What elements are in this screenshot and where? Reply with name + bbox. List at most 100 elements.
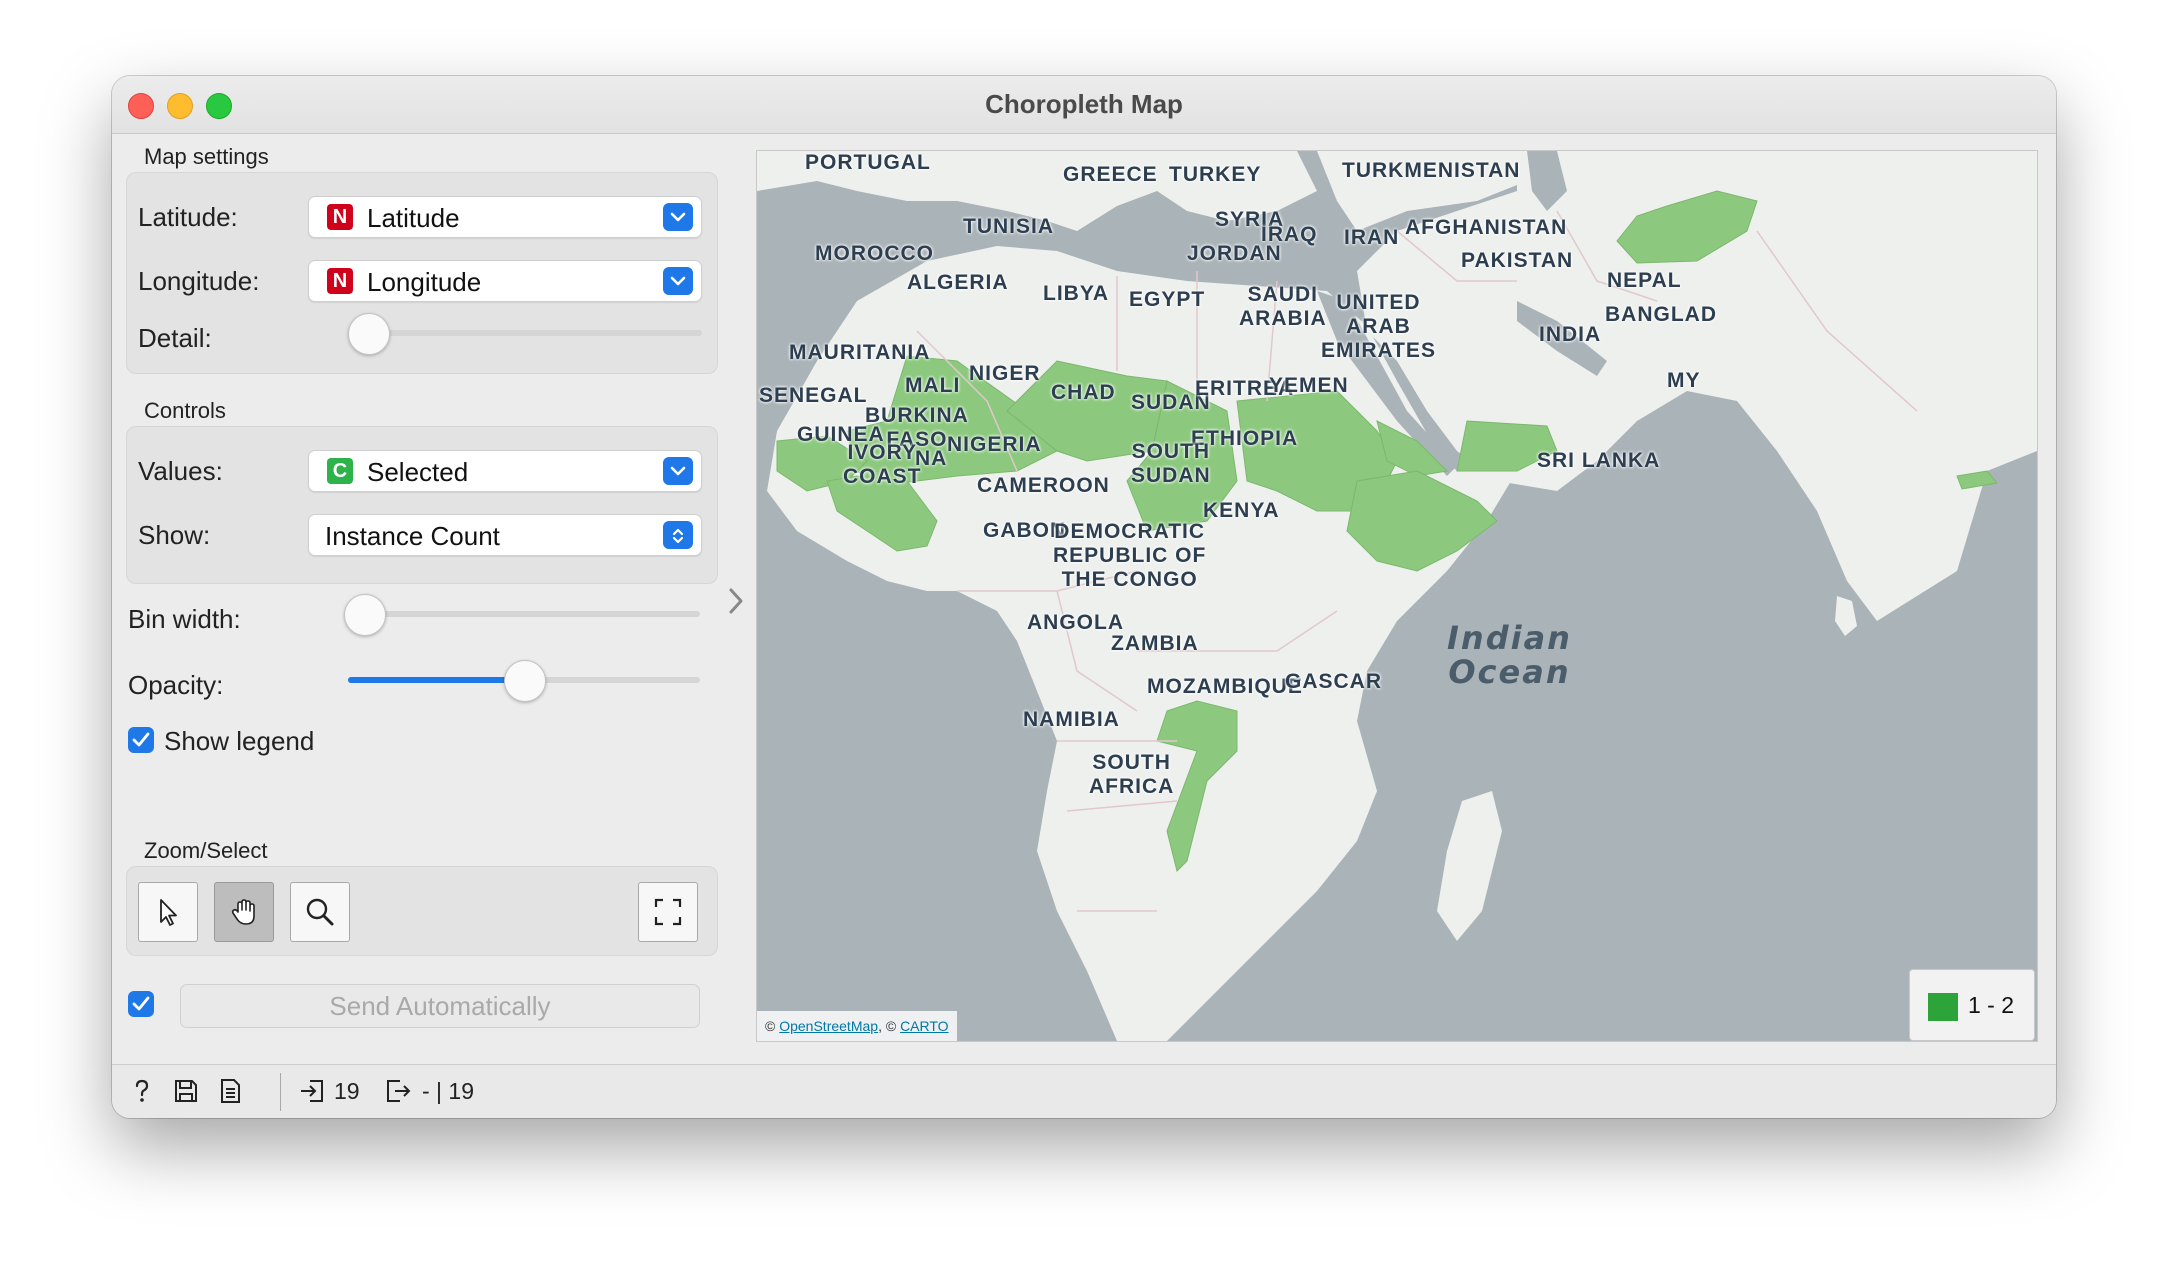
values-combo[interactable]: C Selected: [308, 450, 702, 492]
output-icon: [387, 1080, 411, 1102]
detail-slider-track[interactable]: [352, 330, 702, 336]
legend-label: 1 - 2: [1968, 992, 2015, 1018]
map-legend: 1 - 2: [1909, 969, 2035, 1041]
country-label-greece: GREECE: [1063, 163, 1158, 186]
latitude-label: Latitude:: [138, 202, 238, 232]
show-combo[interactable]: Instance Count: [308, 514, 702, 556]
sri-lanka-landmass: [1835, 596, 1857, 636]
country-label-nepal: NEPAL: [1607, 269, 1682, 292]
help-icon[interactable]: [128, 1077, 156, 1105]
country-label-yemen: YEMEN: [1269, 374, 1349, 397]
attribution-prefix: ©: [765, 1018, 776, 1034]
carto-link[interactable]: CARTO: [900, 1018, 949, 1034]
country-label-chad: CHAD: [1051, 381, 1116, 404]
country-label-pakistan: PAKISTAN: [1461, 249, 1574, 272]
chevron-down-icon: [663, 203, 693, 231]
magnifier-icon: [306, 898, 334, 926]
output-count: - | 19: [422, 1078, 474, 1104]
map-settings-label: Map settings: [144, 144, 269, 169]
openstreetmap-link[interactable]: OpenStreetMap: [779, 1018, 878, 1034]
chevron-down-icon: [663, 267, 693, 295]
hand-icon: [231, 899, 255, 925]
choropleth-window: Choropleth Map Map settings Latitude: N …: [112, 76, 2056, 1118]
send-automatically-checkbox[interactable]: [128, 991, 154, 1017]
country-label-zambia: ZAMBIA: [1111, 632, 1199, 655]
status-divider: [280, 1073, 281, 1111]
numeric-variable-icon: N: [327, 204, 353, 230]
show-legend-checkbox[interactable]: [128, 727, 154, 753]
fit-view-button[interactable]: [638, 882, 698, 942]
map-view[interactable]: PORTUGAL GREECE TURKEY TURKMENISTAN SYRIA IRA…: [756, 150, 2038, 1042]
chevron-right-icon[interactable]: [726, 586, 746, 616]
country-label-united-arab-emirates: UNITED ARAB EMIRATES: [1321, 291, 1436, 362]
country-label-sri-lanka: SRI LANKA: [1537, 449, 1661, 472]
longitude-combo-value: Longitude: [367, 267, 482, 297]
chevron-down-icon: [663, 457, 693, 485]
titlebar: Choropleth Map: [112, 76, 2056, 134]
bin-width-slider-track[interactable]: [348, 611, 700, 617]
status-bar: 19 - | 19: [112, 1064, 2056, 1118]
numeric-variable-icon: N: [327, 268, 353, 294]
country-label-mali: MALI: [905, 374, 961, 397]
country-label-angola: ANGOLA: [1027, 611, 1124, 634]
detail-label: Detail:: [138, 323, 212, 353]
zoom-select-label: Zoom/Select: [144, 838, 268, 863]
window-title: Choropleth Map: [985, 89, 1183, 119]
save-icon[interactable]: [172, 1077, 200, 1105]
country-label-turkey: TURKEY: [1169, 163, 1262, 186]
input-count: 19: [334, 1078, 360, 1104]
zoom-tool-button[interactable]: [290, 882, 350, 942]
show-combo-value: Instance Count: [325, 521, 500, 551]
country-label-my: MY: [1667, 369, 1701, 392]
country-label-libya: LIBYA: [1043, 282, 1110, 305]
send-automatically-button[interactable]: Send Automatically: [180, 984, 700, 1028]
country-label-niger: NIGER: [969, 362, 1041, 385]
country-label-south-sudan: SOUTH SUDAN: [1131, 440, 1211, 487]
report-icon[interactable]: [216, 1077, 244, 1105]
country-label-banglad: BANGLAD: [1605, 303, 1717, 326]
country-label-jordan: JORDAN: [1187, 242, 1282, 265]
country-label-mauritania: MAURITANIA: [789, 341, 931, 364]
longitude-label: Longitude:: [138, 266, 260, 296]
country-label-cameroon: CAMEROON: [977, 474, 1110, 497]
pointer-icon: [160, 899, 177, 926]
bin-width-label: Bin width:: [128, 604, 241, 634]
country-label-egypt: EGYPT: [1129, 288, 1206, 311]
values-combo-value: Selected: [367, 457, 469, 487]
country-label-namibia: NAMIBIA: [1023, 708, 1120, 731]
legend-swatch: [1928, 993, 1958, 1021]
country-label-morocco: MOROCCO: [815, 242, 934, 265]
show-label: Show:: [138, 520, 211, 550]
country-label-tunisia: TUNISIA: [963, 215, 1054, 238]
country-label-democratic-republic-of-the-congo: DEMOCRATIC REPUBLIC OF THE CONGO: [1053, 520, 1207, 591]
select-tool-button[interactable]: [138, 882, 198, 942]
country-label-mozambique: MOZAMBIQUE: [1147, 675, 1303, 698]
country-label-ivory-coast: IVORY COAST: [843, 441, 922, 488]
latitude-combo[interactable]: N Latitude: [308, 196, 702, 238]
show-legend-label: Show legend: [164, 726, 315, 756]
opacity-slider-handle[interactable]: [504, 660, 546, 702]
country-label-south-africa: SOUTH AFRICA: [1089, 751, 1175, 798]
madagascar-landmass: [1437, 791, 1502, 941]
fullscreen-icon: [654, 898, 682, 926]
country-label-gascar: GASCAR: [1285, 670, 1383, 693]
attribution-separator: , ©: [878, 1018, 897, 1034]
controls-label: Controls: [144, 398, 226, 423]
opacity-label: Opacity:: [128, 670, 224, 700]
country-label-turkmenistan: TURKMENISTAN: [1342, 159, 1521, 182]
country-label-portugal: PORTUGAL: [805, 151, 931, 174]
country-label-iran: IRAN: [1344, 226, 1400, 249]
opacity-slider-fill: [348, 677, 524, 683]
country-label-nigeria: NIGERIA: [947, 433, 1042, 456]
country-label-saudi-arabia: SAUDI ARABIA: [1239, 283, 1327, 330]
detail-slider-handle[interactable]: [348, 313, 390, 355]
map-attribution: © OpenStreetMap, © CARTO: [757, 1011, 957, 1041]
bin-width-slider-handle[interactable]: [344, 594, 386, 636]
country-label-afghanistan: AFGHANISTAN: [1405, 216, 1568, 239]
longitude-combo[interactable]: N Longitude: [308, 260, 702, 302]
input-icon: [301, 1080, 323, 1102]
ocean-label: Indian Ocean: [1447, 619, 1572, 691]
country-label-senegal: SENEGAL: [759, 384, 868, 407]
country-label-india: INDIA: [1539, 323, 1602, 346]
pan-tool-button[interactable]: [214, 882, 274, 942]
